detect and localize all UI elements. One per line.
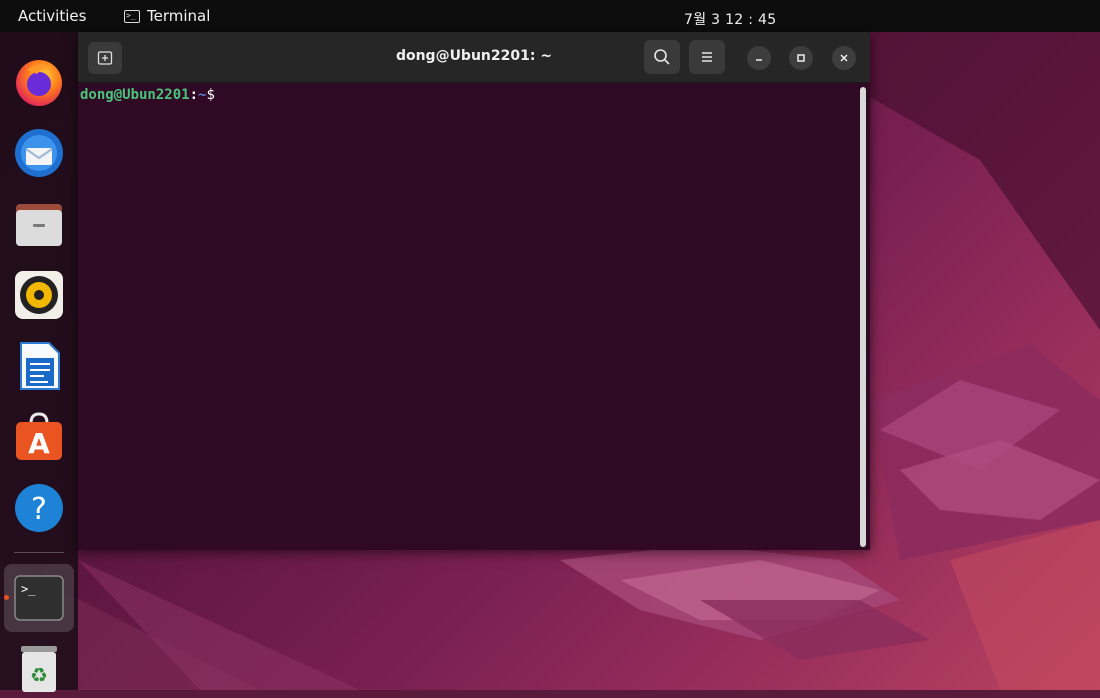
close-button[interactable] [832,46,856,70]
search-button[interactable] [644,40,680,74]
firefox-icon [16,60,62,106]
hamburger-menu-icon [702,52,712,62]
prompt-symbol: $ [206,87,215,103]
activities-button[interactable]: Activities [18,7,86,25]
menu-button[interactable] [689,40,725,74]
terminal-app-icon: >_ [124,9,140,23]
terminal-icon: >_ [14,575,64,621]
dock-item-terminal[interactable]: >_ [13,572,65,624]
dock-item-thunderbird[interactable] [13,127,65,179]
dock: A ? >_ ♻ [0,32,78,692]
files-icon [16,204,62,246]
terminal-headerbar[interactable]: dong@Ubun2201: ~ [78,32,870,83]
prompt-line: dong@Ubun2201:~$ [80,85,215,105]
dock-item-help[interactable]: ? [13,482,65,534]
running-indicator [4,595,9,600]
svg-text:A: A [28,427,50,460]
trash-icon: ♻ [21,646,57,692]
prompt-separator: : [189,87,199,103]
maximize-icon [797,54,805,62]
dock-item-firefox[interactable] [13,56,65,108]
dock-item-rhythmbox[interactable] [13,269,65,321]
maximize-button[interactable] [789,46,813,70]
help-icon: ? [15,484,63,532]
minimize-button[interactable] [747,46,771,70]
prompt-user-host: dong@Ubun2201 [80,87,190,103]
terminal-output-area[interactable]: dong@Ubun2201:~$ [78,83,870,550]
app-menu-button[interactable]: >_ Terminal [124,7,210,25]
close-icon [840,54,848,62]
search-icon [654,49,670,65]
rhythmbox-icon [15,271,63,319]
minimize-icon [756,59,762,61]
app-menu-label: Terminal [147,7,211,25]
top-bar: Activities >_ Terminal 7월 3 12 : 45 [0,0,1100,32]
dock-item-trash[interactable]: ♻ [13,642,65,694]
svg-text:?: ? [31,492,47,527]
dock-separator [14,552,64,553]
scrollbar[interactable] [860,87,866,547]
software-icon: A [16,412,62,460]
svg-text:>_: >_ [21,582,36,596]
terminal-window[interactable]: dong@Ubun2201: ~ dong@Ubun2201:~$ [78,32,870,550]
scrollbar-thumb[interactable] [860,87,866,547]
clock[interactable]: 7월 3 12 : 45 [684,9,776,29]
dock-item-software[interactable]: A [13,411,65,463]
writer-icon [20,342,60,390]
svg-text:♻: ♻ [30,663,48,687]
dock-item-writer[interactable] [13,340,65,392]
dock-item-files[interactable] [13,198,65,250]
thunderbird-icon [15,129,63,177]
